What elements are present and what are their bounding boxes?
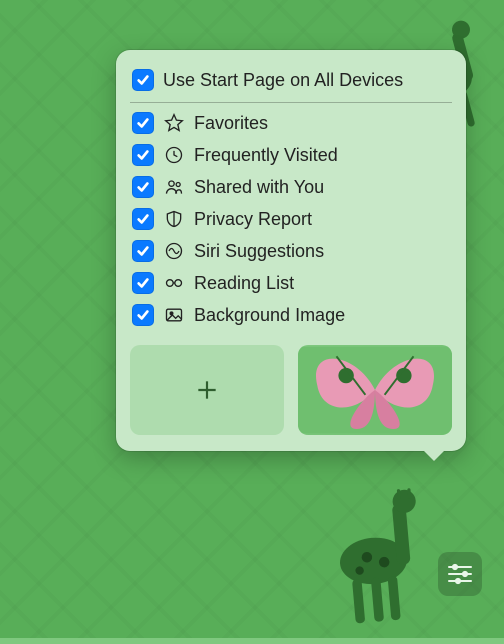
customize-start-page-button[interactable] (438, 552, 482, 596)
checkbox[interactable] (132, 176, 154, 198)
option-reading-list[interactable]: Reading List (130, 267, 452, 299)
image-icon (163, 304, 185, 326)
background-thumbnail-butterfly[interactable] (298, 345, 452, 435)
people-icon (163, 176, 185, 198)
option-label: Siri Suggestions (194, 241, 450, 262)
divider (130, 102, 452, 103)
option-label: Frequently Visited (194, 145, 450, 166)
clock-icon (163, 144, 185, 166)
checkbox[interactable] (132, 144, 154, 166)
option-use-start-page-all-devices[interactable]: Use Start Page on All Devices (130, 64, 452, 96)
option-label: Reading List (194, 273, 450, 294)
butterfly-preview-art (298, 345, 452, 435)
option-shared-with-you[interactable]: Shared with You (130, 171, 452, 203)
checkbox[interactable] (132, 69, 154, 91)
option-favorites[interactable]: Favorites (130, 107, 452, 139)
glasses-icon (163, 272, 185, 294)
option-background-image[interactable]: Background Image (130, 299, 452, 331)
option-label: Use Start Page on All Devices (163, 70, 450, 91)
option-label: Background Image (194, 305, 450, 326)
option-label: Shared with You (194, 177, 450, 198)
shield-icon (163, 208, 185, 230)
checkbox[interactable] (132, 240, 154, 262)
option-privacy-report[interactable]: Privacy Report (130, 203, 452, 235)
add-background-button[interactable] (130, 345, 284, 435)
start-page-settings-popover: Use Start Page on All Devices Favorites … (116, 50, 466, 451)
option-label: Favorites (194, 113, 450, 134)
checkbox[interactable] (132, 304, 154, 326)
option-label: Privacy Report (194, 209, 450, 230)
siri-icon (163, 240, 185, 262)
checkbox[interactable] (132, 208, 154, 230)
giraffe-decoration-bottom (315, 481, 453, 638)
star-icon (163, 112, 185, 134)
option-frequently-visited[interactable]: Frequently Visited (130, 139, 452, 171)
checkbox[interactable] (132, 272, 154, 294)
background-thumbnails (130, 345, 452, 435)
option-siri-suggestions[interactable]: Siri Suggestions (130, 235, 452, 267)
checkbox[interactable] (132, 112, 154, 134)
